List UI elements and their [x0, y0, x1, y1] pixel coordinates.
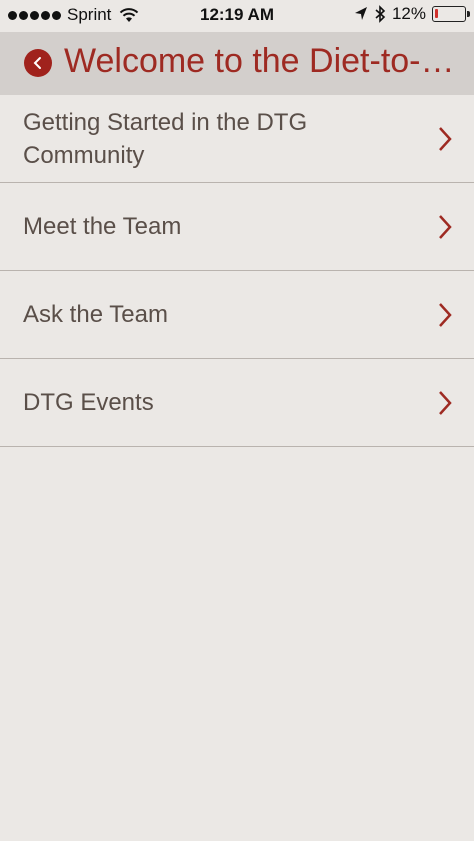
battery-percent: 12% [391, 4, 426, 23]
location-arrow-icon [354, 7, 367, 20]
chevron-left-icon [33, 57, 41, 69]
navigation-bar: Welcome to the Diet-to-Go Community [0, 32, 474, 95]
list-item-ask-the-team[interactable]: Ask the Team [0, 271, 474, 359]
list-item-label: DTG Events [23, 389, 154, 416]
battery-icon [432, 6, 470, 22]
chevron-right-icon [439, 390, 452, 415]
list-item-getting-started[interactable]: Getting Started in the DTG Community [0, 95, 474, 183]
list-item-label: Ask the Team [23, 301, 168, 328]
back-button[interactable] [24, 49, 52, 77]
list-item-meet-the-team[interactable]: Meet the Team [0, 183, 474, 271]
chevron-right-icon [439, 126, 452, 151]
status-bar: Sprint 12:19 AM 12% [0, 0, 474, 32]
battery-level-fill [435, 9, 438, 18]
list-item-dtg-events[interactable]: DTG Events [0, 359, 474, 447]
menu-list: Getting Started in the DTG Community Mee… [0, 95, 474, 447]
chevron-right-icon [439, 302, 452, 327]
page-title: Welcome to the Diet-to-Go Community [64, 42, 464, 80]
status-right: 12% [354, 4, 470, 24]
list-item-label: Getting Started in the DTG Community [23, 108, 308, 169]
chevron-right-icon [439, 214, 452, 239]
list-item-label: Meet the Team [23, 213, 182, 240]
bluetooth-icon [375, 5, 386, 23]
